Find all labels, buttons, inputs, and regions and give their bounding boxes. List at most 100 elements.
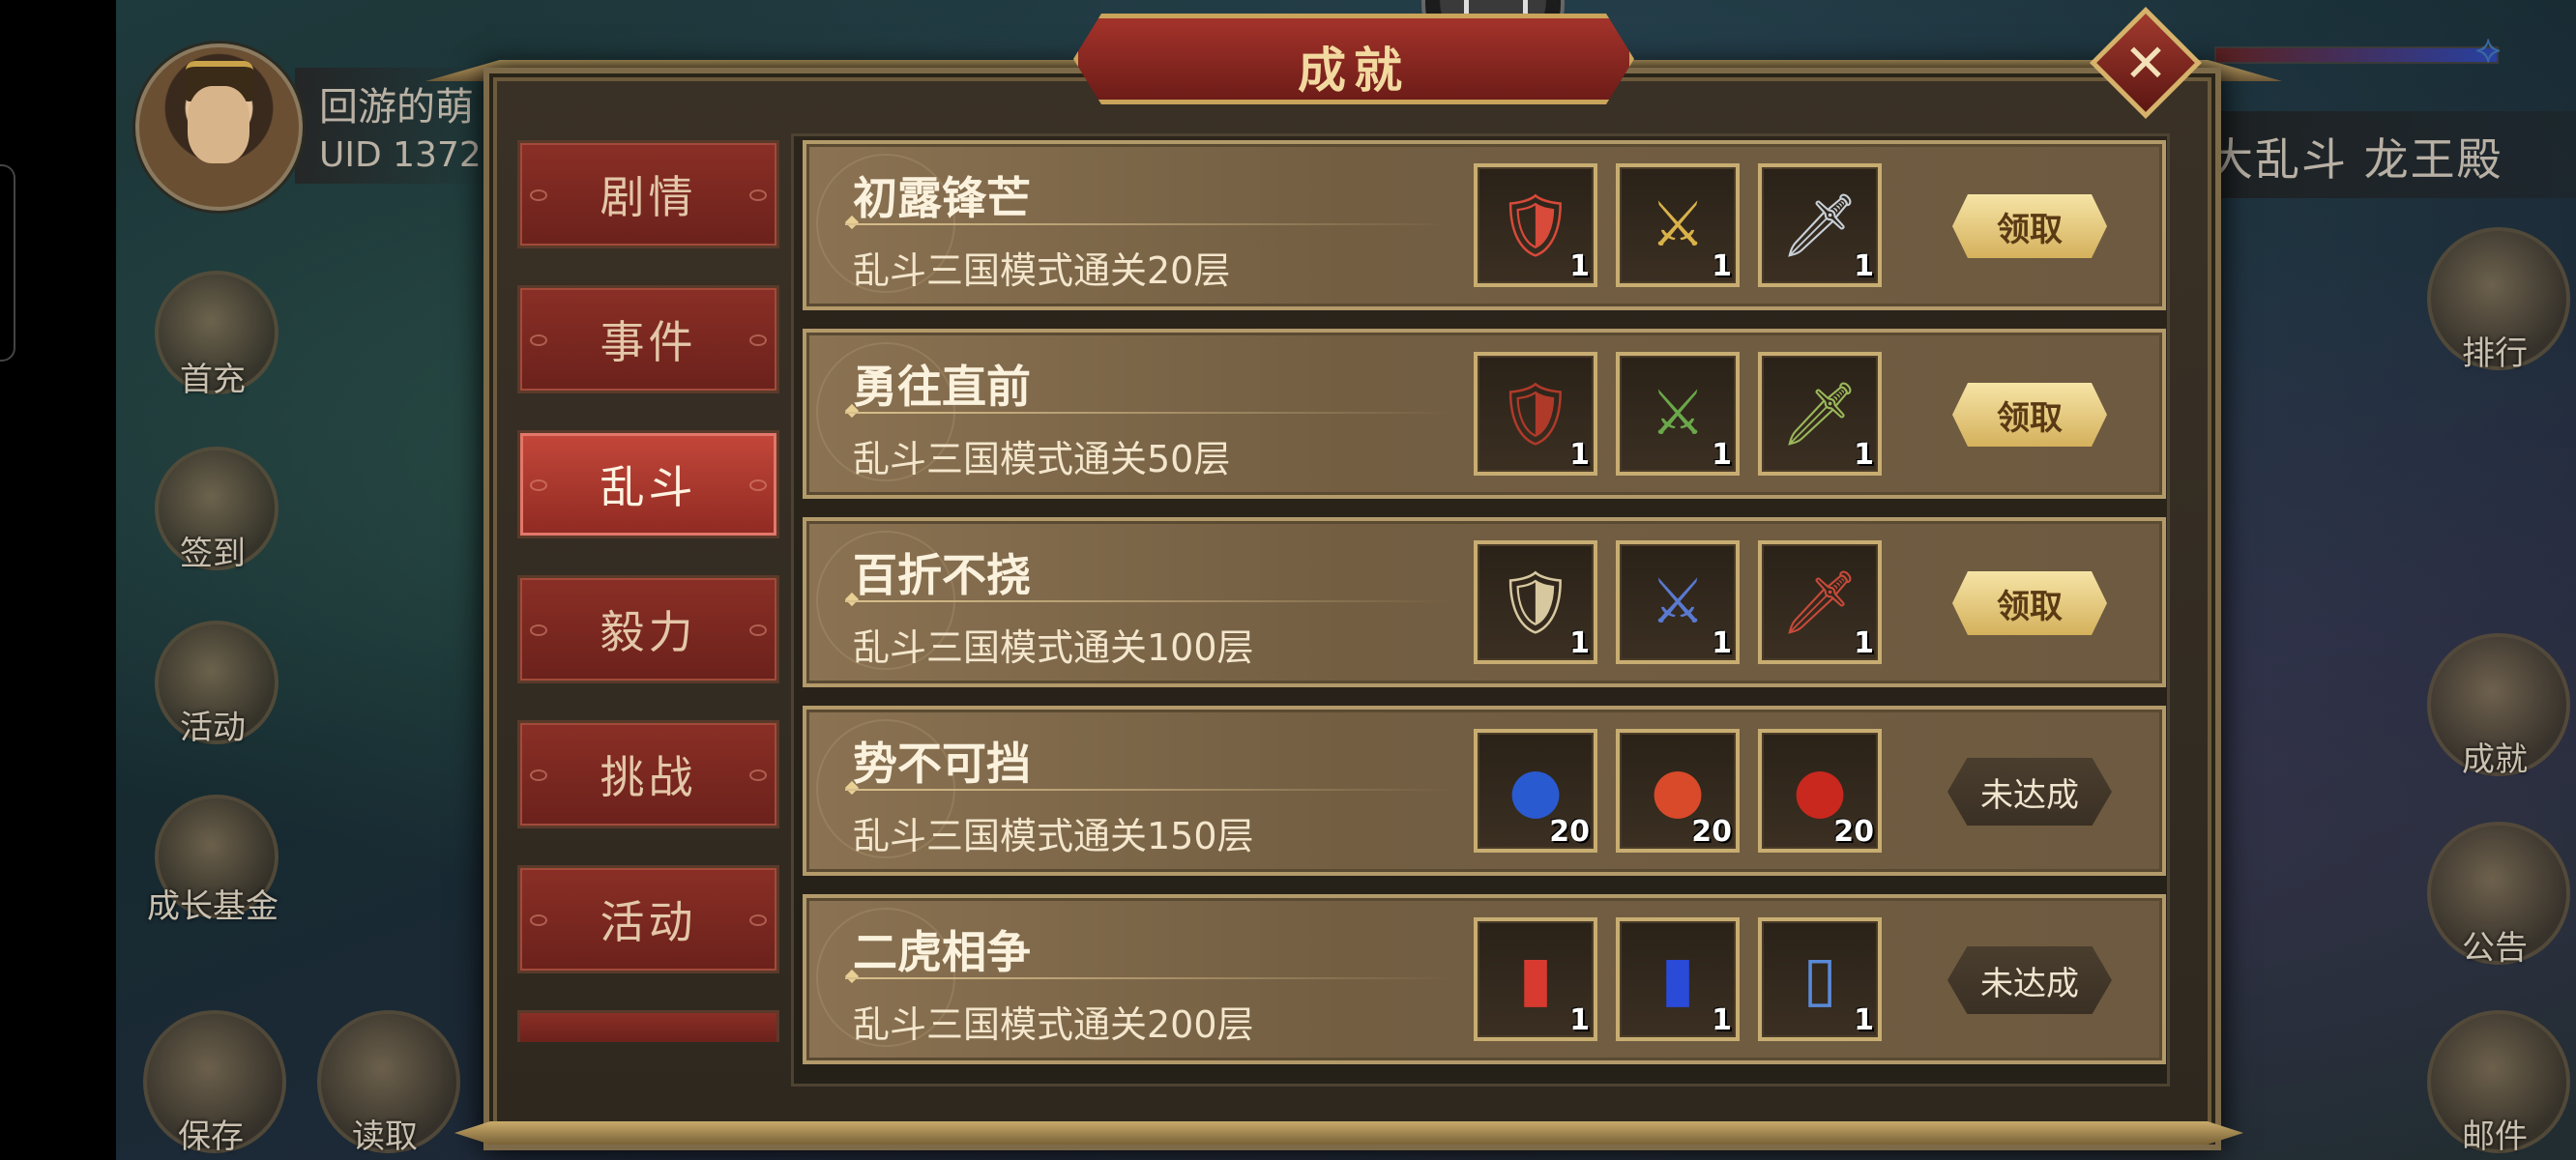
tab-challenge[interactable]: 挑战	[517, 720, 779, 828]
reward-item[interactable]: ● 20	[1474, 729, 1597, 853]
screen-edge	[0, 164, 15, 362]
reward-item[interactable]: 🗡 1	[1758, 163, 1882, 287]
reward-quantity: 20	[1549, 815, 1590, 849]
tab-label: 乱斗	[600, 461, 697, 513]
achievement-desc: 乱斗三国模式通关50层	[853, 438, 1231, 480]
not-achieved-badge: 未达成	[1947, 758, 2112, 826]
achievement-name: 二虎相争	[853, 926, 1031, 978]
armor-gold-icon: ⚔	[1650, 189, 1706, 261]
butterfly-icon: ⟡	[2475, 27, 2502, 72]
status-label: 领取	[1997, 210, 2063, 249]
achievement-desc: 乱斗三国模式通关150层	[853, 815, 1254, 857]
reward-item[interactable]: ⚔ 1	[1616, 352, 1740, 476]
reward-quantity: 1	[1569, 626, 1590, 660]
not-achieved-badge: 未达成	[1947, 946, 2112, 1014]
player-avatar[interactable]	[135, 44, 303, 211]
reward-item[interactable]: 🛡 1	[1474, 352, 1597, 476]
panel-title: 成就	[1298, 42, 1410, 99]
achievement-label: 成就	[2462, 740, 2528, 779]
reward-quantity: 1	[1712, 626, 1732, 660]
mail-label: 邮件	[2462, 1117, 2528, 1156]
red-book-icon: ▮	[1518, 943, 1553, 1015]
reward-item[interactable]: ⚔ 1	[1616, 163, 1740, 287]
tab-label: 毅力	[600, 606, 697, 658]
achievement-name: 百折不挠	[853, 549, 1031, 601]
reward-quantity: 1	[1569, 249, 1590, 283]
tab-events[interactable]: 事件	[517, 285, 779, 393]
achievement-row: 勇往直前 乱斗三国模式通关50层 🛡 1 ⚔ 1 🗡 1 领取	[803, 329, 2166, 499]
sword-icon: 🗡	[1780, 189, 1859, 262]
scroll-icon: ▯	[1802, 943, 1837, 1015]
claim-button[interactable]: 领取	[1952, 571, 2107, 635]
divider	[845, 977, 1454, 979]
player-name: 回游的萌	[319, 85, 474, 130]
status-label: 领取	[1997, 587, 2063, 626]
general-green-icon: ⚔	[1650, 378, 1706, 450]
claim-button[interactable]: 领取	[1952, 194, 2107, 258]
divider	[845, 600, 1454, 602]
tab-label: 剧情	[600, 171, 697, 223]
reward-quantity: 1	[1569, 1003, 1590, 1037]
achievement-name: 势不可挡	[853, 738, 1031, 790]
reward-item[interactable]: ● 20	[1758, 729, 1882, 853]
armor-silver-icon: 🛡	[1496, 566, 1575, 639]
armor-red-icon: 🛡	[1496, 189, 1575, 262]
reward-quantity: 1	[1712, 438, 1732, 472]
reward-quantity: 1	[1854, 1003, 1874, 1037]
reward-item[interactable]: ▯ 1	[1758, 917, 1882, 1041]
avatar-face	[188, 86, 249, 163]
status-label: 未达成	[1980, 964, 2079, 1003]
divider	[845, 223, 1454, 225]
achievement-row: 二虎相争 乱斗三国模式通关200层 ▮ 1 ▮ 1 ▯ 1 未达成	[803, 894, 2166, 1064]
reward-item[interactable]: ▮ 1	[1616, 917, 1740, 1041]
achievement-name: 初露锋芒	[853, 172, 1031, 224]
top-progress-bar	[2214, 46, 2499, 64]
reward-quantity: 20	[1833, 815, 1874, 849]
achievement-desc: 乱斗三国模式通关100层	[853, 626, 1254, 669]
reward-item[interactable]: 🛡 1	[1474, 163, 1597, 287]
first-charge-label: 首充	[180, 361, 246, 399]
load-label: 读取	[352, 1117, 418, 1156]
reward-quantity: 1	[1854, 249, 1874, 283]
event-label: 活动	[180, 709, 246, 747]
general-blue-icon: ⚔	[1650, 566, 1706, 638]
divider	[845, 789, 1454, 791]
reward-quantity: 1	[1569, 438, 1590, 472]
tab-activity[interactable]: 活动	[517, 865, 779, 973]
armor-dark-icon: 🛡	[1496, 378, 1575, 450]
stage-banner: 大乱斗 龙王殿	[2195, 111, 2576, 198]
reward-quantity: 20	[1691, 815, 1732, 849]
reward-item[interactable]: 🗡 1	[1758, 540, 1882, 664]
glaive-icon: 🗡	[1780, 378, 1859, 450]
achievement-row: 初露锋芒 乱斗三国模式通关20层 🛡 1 ⚔ 1 🗡 1 领取	[803, 140, 2166, 310]
panel-title-plate: 成就	[1073, 14, 1634, 104]
reward-item[interactable]: 🗡 1	[1758, 352, 1882, 476]
status-label: 领取	[1997, 398, 2063, 438]
reward-item[interactable]: ⚔ 1	[1616, 540, 1740, 664]
reward-item[interactable]: ▮ 1	[1474, 917, 1597, 1041]
close-icon: ✕	[2123, 32, 2168, 94]
status-label: 未达成	[1980, 775, 2079, 815]
save-label: 保存	[178, 1117, 244, 1156]
player-uid: UID 1372	[319, 135, 482, 175]
growth-fund-label: 成长基金	[147, 887, 278, 926]
stage-banner-text: 大乱斗 龙王殿	[2209, 133, 2503, 186]
panel-bottom-trim	[454, 1121, 2243, 1145]
tab-label: 挑战	[600, 751, 697, 803]
tab-perseverance[interactable]: 毅力	[517, 575, 779, 683]
achievement-desc: 乱斗三国模式通关200层	[853, 1003, 1254, 1046]
divider	[845, 412, 1454, 414]
achievement-row: 百折不挠 乱斗三国模式通关100层 🛡 1 ⚔ 1 🗡 1 领取	[803, 517, 2166, 687]
sign-in-label: 签到	[180, 535, 246, 573]
reward-quantity: 1	[1712, 1003, 1732, 1037]
claim-button[interactable]: 领取	[1952, 383, 2107, 447]
reward-item[interactable]: ● 20	[1616, 729, 1740, 853]
reward-item[interactable]: 🛡 1	[1474, 540, 1597, 664]
notice-label: 公告	[2462, 929, 2528, 968]
reward-quantity: 1	[1854, 438, 1874, 472]
tab-story[interactable]: 剧情	[517, 140, 779, 248]
tab-partial[interactable]	[517, 1010, 779, 1042]
achievement-row: 势不可挡 乱斗三国模式通关150层 ● 20 ● 20 ● 20 未达成	[803, 706, 2166, 876]
tab-brawl[interactable]: 乱斗	[517, 430, 779, 538]
tab-label: 事件	[600, 316, 697, 368]
